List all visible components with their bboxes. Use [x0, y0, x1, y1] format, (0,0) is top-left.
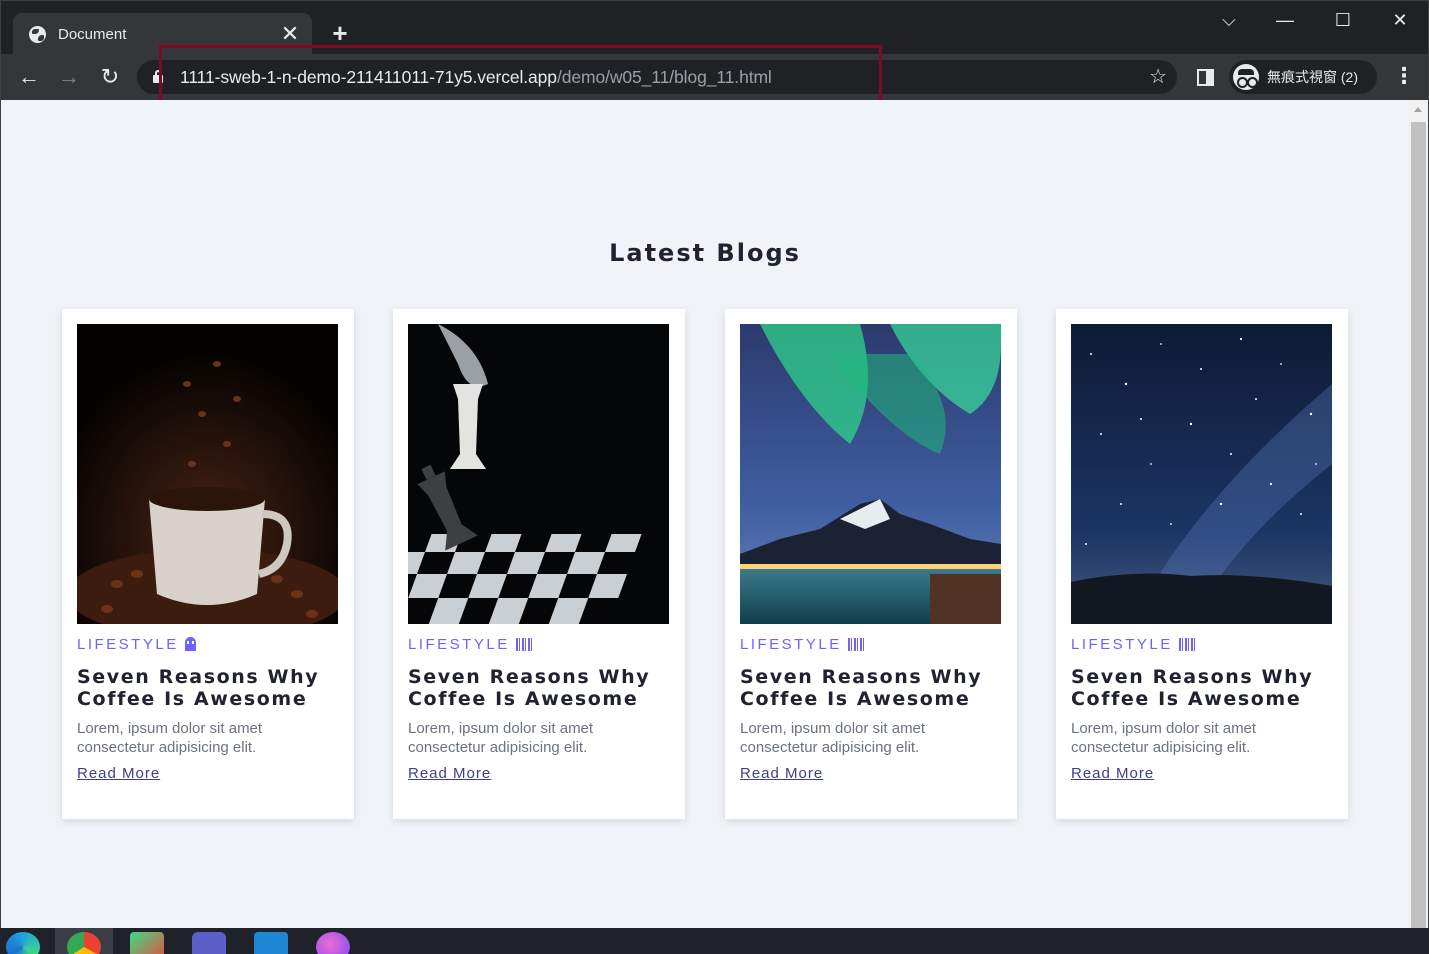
scroll-up-arrow-icon[interactable] — [1414, 107, 1422, 112]
category-tag: LIFESTYLE — [740, 635, 1002, 653]
scrollbar-thumb[interactable] — [1411, 122, 1426, 928]
reload-button[interactable]: ↻ — [95, 62, 125, 92]
blog-card: LIFESTYLE Seven Reasons Why Coffee Is Aw… — [62, 309, 354, 819]
teams-icon[interactable] — [192, 932, 226, 954]
tab-strip: Document ✕ + ⌵ — ☐ ✕ — [0, 0, 1429, 55]
category-label: LIFESTYLE — [77, 635, 179, 653]
url-text[interactable]: 1111-sweb-1-n-demo-211411011-71y5.vercel… — [180, 67, 772, 88]
category-tag: LIFESTYLE — [408, 635, 670, 653]
url-host: 1111-sweb-1-n-demo-211411011-71y5.vercel… — [180, 67, 557, 87]
ghost-icon — [184, 637, 196, 651]
chess-photo — [408, 324, 669, 624]
read-more-link[interactable]: Read More — [408, 765, 491, 782]
blog-description: Lorem, ipsum dolor sit amet consectetur … — [408, 720, 594, 756]
blog-title: Seven Reasons Why Coffee Is Awesome — [408, 666, 651, 710]
blog-description: Lorem, ipsum dolor sit amet consectetur … — [77, 720, 263, 756]
app-icon-2[interactable] — [316, 932, 350, 954]
browser-toolbar: ← → ↻ 1111-sweb-1-n-demo-211411011-71y5.… — [0, 54, 1429, 100]
url-path: /demo/w05_11/blog_11.html — [556, 67, 772, 87]
lock-icon[interactable] — [153, 70, 163, 83]
category-label: LIFESTYLE — [1071, 635, 1173, 653]
tab-title: Document — [58, 25, 127, 43]
vertical-scrollbar[interactable] — [1409, 100, 1428, 928]
coffee-cup-photo — [77, 324, 338, 624]
page-title: Latest Blogs — [609, 239, 801, 267]
os-taskbar — [0, 928, 1429, 954]
blog-description: Lorem, ipsum dolor sit amet consectetur … — [1071, 720, 1257, 756]
incognito-icon — [1233, 64, 1259, 90]
forward-button[interactable]: → — [54, 62, 84, 92]
new-tab-button[interactable]: + — [327, 18, 353, 48]
tab-search-chevron-icon[interactable]: ⌵ — [1209, 5, 1249, 35]
blog-card: LIFESTYLE Seven Reasons Why Coffee Is Aw… — [725, 309, 1017, 819]
category-tag: LIFESTYLE — [77, 635, 339, 653]
app-icon[interactable] — [130, 932, 164, 954]
edge-icon[interactable] — [6, 932, 40, 954]
read-more-link[interactable]: Read More — [77, 765, 160, 782]
incognito-label: 無痕式視窗 (2) — [1267, 69, 1358, 85]
maximize-button[interactable]: ☐ — [1323, 5, 1363, 35]
read-more-link[interactable]: Read More — [1071, 765, 1154, 782]
aurora-photo — [740, 324, 1001, 624]
starry-sky-photo — [1071, 324, 1332, 624]
blog-card: LIFESTYLE Seven Reasons Why Coffee Is Aw… — [393, 309, 685, 819]
category-tag: LIFESTYLE — [1071, 635, 1333, 653]
category-label: LIFESTYLE — [408, 635, 510, 653]
blog-title: Seven Reasons Why Coffee Is Awesome — [77, 666, 320, 710]
tab-close-icon[interactable]: ✕ — [280, 23, 300, 45]
browser-menu-icon[interactable]: ⋮ — [1393, 65, 1415, 89]
page-viewport: Latest Blogs LIFESTYLE Seven Reasons Why… — [0, 100, 1429, 928]
vscode-icon[interactable] — [254, 932, 288, 954]
barcode-icon — [515, 637, 532, 651]
browser-tab[interactable]: Document ✕ — [13, 13, 312, 55]
side-panel-icon[interactable] — [1197, 69, 1214, 86]
incognito-profile-button[interactable]: 無痕式視窗 (2) — [1229, 60, 1377, 94]
chrome-icon[interactable] — [67, 932, 101, 954]
blog-title: Seven Reasons Why Coffee Is Awesome — [740, 666, 983, 710]
barcode-icon — [847, 637, 864, 651]
back-button[interactable]: ← — [14, 62, 44, 92]
barcode-icon — [1178, 637, 1195, 651]
blog-description: Lorem, ipsum dolor sit amet consectetur … — [740, 720, 926, 756]
blog-card: LIFESTYLE Seven Reasons Why Coffee Is Aw… — [1056, 309, 1348, 819]
minimize-button[interactable]: — — [1265, 5, 1305, 35]
blog-title: Seven Reasons Why Coffee Is Awesome — [1071, 666, 1314, 710]
bookmark-star-icon[interactable]: ☆ — [1149, 64, 1167, 89]
globe-icon — [29, 25, 46, 43]
window-close-button[interactable]: ✕ — [1380, 5, 1420, 35]
address-bar[interactable]: 1111-sweb-1-n-demo-211411011-71y5.vercel… — [137, 60, 1177, 94]
category-label: LIFESTYLE — [740, 635, 842, 653]
read-more-link[interactable]: Read More — [740, 765, 823, 782]
